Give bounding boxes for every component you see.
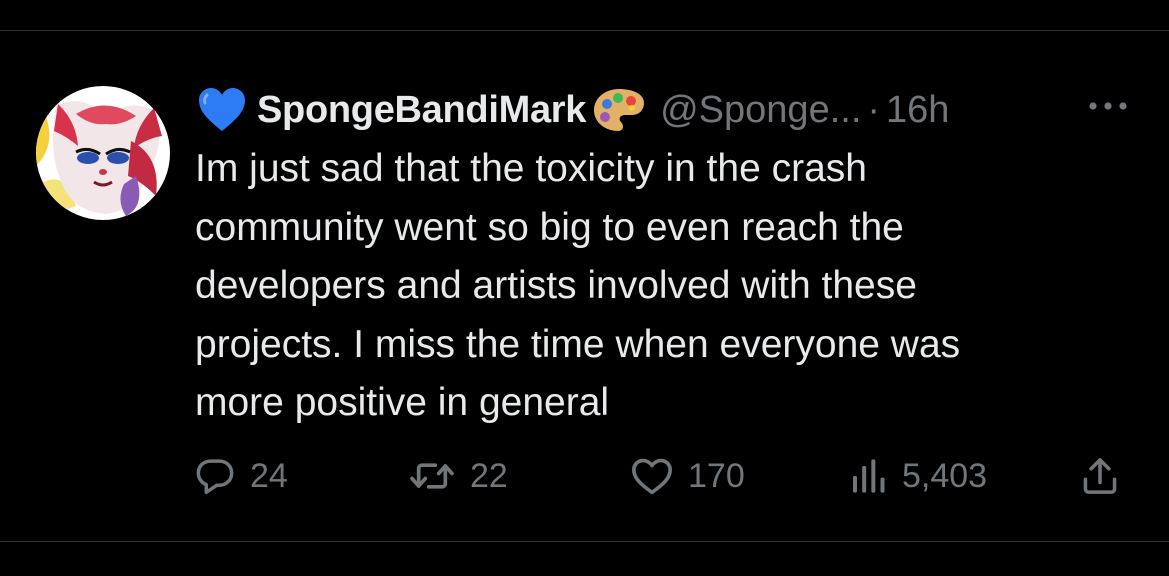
more-options-button[interactable] xyxy=(1084,92,1132,120)
avatar-image xyxy=(36,86,170,220)
views-count: 5,403 xyxy=(902,456,988,495)
more-horizontal-icon xyxy=(1089,102,1127,110)
bottom-divider xyxy=(0,541,1169,542)
reply-count: 24 xyxy=(250,456,288,495)
retweet-count: 22 xyxy=(470,456,508,495)
header-separator: · xyxy=(867,88,881,131)
avatar[interactable] xyxy=(36,86,170,220)
retweet-button[interactable]: 22 xyxy=(408,448,508,504)
retweet-icon xyxy=(410,463,454,489)
share-button[interactable] xyxy=(1080,448,1120,504)
author-handle[interactable]: @Sponge... xyxy=(660,89,861,132)
artist-palette-emoji-icon xyxy=(592,86,648,134)
reply-button[interactable]: 24 xyxy=(194,448,288,504)
tweet-timestamp[interactable]: 16h xyxy=(886,89,949,132)
heart-icon xyxy=(631,458,672,495)
like-count: 170 xyxy=(688,456,745,495)
views-button[interactable]: 5,403 xyxy=(848,448,987,504)
tweet-actions-bar: 24 22 170 5,403 xyxy=(0,448,1169,504)
author-display-name[interactable]: SpongeBandiMark xyxy=(257,89,586,132)
blue-heart-emoji-icon xyxy=(197,85,251,135)
top-divider xyxy=(0,30,1169,31)
tweet-header: SpongeBandiMark @Sponge... · 16h xyxy=(197,82,1147,138)
reply-icon xyxy=(196,459,234,495)
views-bar-chart-icon xyxy=(853,459,885,493)
like-button[interactable]: 170 xyxy=(630,448,745,504)
tweet-text: Im just sad that the toxicity in the cra… xyxy=(195,147,961,424)
share-icon xyxy=(1083,458,1117,494)
